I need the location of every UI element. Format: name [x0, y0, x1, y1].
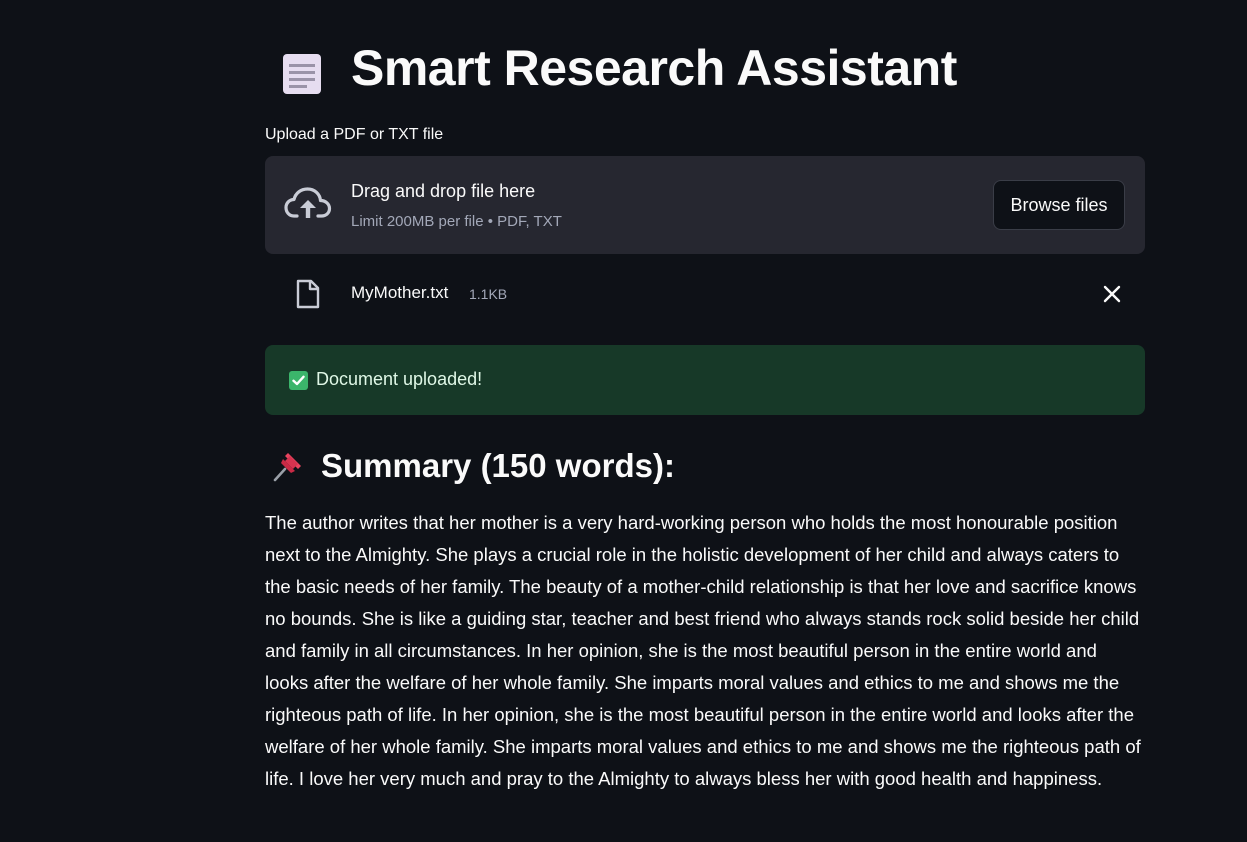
page-title: Smart Research Assistant: [351, 40, 957, 96]
success-alert: Document uploaded!: [265, 345, 1145, 415]
browse-files-button[interactable]: Browse files: [993, 180, 1125, 230]
close-icon[interactable]: [1099, 281, 1125, 307]
dropzone-hint: Limit 200MB per file • PDF, TXT: [351, 213, 562, 230]
uploaded-file-item: MyMother.txt 1.1KB: [265, 272, 1145, 316]
cloud-upload-icon: [284, 187, 332, 218]
file-size: 1.1KB: [469, 286, 508, 302]
document-icon: [283, 54, 321, 94]
summary-title: Summary (150 words):: [321, 447, 675, 484]
page-header: Smart Research Assistant: [265, 32, 1145, 102]
summary-heading: Summary (150 words):: [269, 444, 675, 488]
upload-label: Upload a PDF or TXT file: [265, 126, 444, 143]
success-message: Document uploaded!: [316, 369, 483, 389]
file-dropzone[interactable]: Drag and drop file here Limit 200MB per …: [265, 156, 1145, 254]
checkmark-icon: [289, 371, 308, 390]
dropzone-title: Drag and drop file here: [351, 181, 536, 201]
summary-text: The author writes that her mother is a v…: [265, 512, 1141, 789]
pushpin-icon: [273, 453, 301, 482]
file-icon: [296, 279, 320, 309]
file-name: MyMother.txt: [351, 283, 449, 302]
